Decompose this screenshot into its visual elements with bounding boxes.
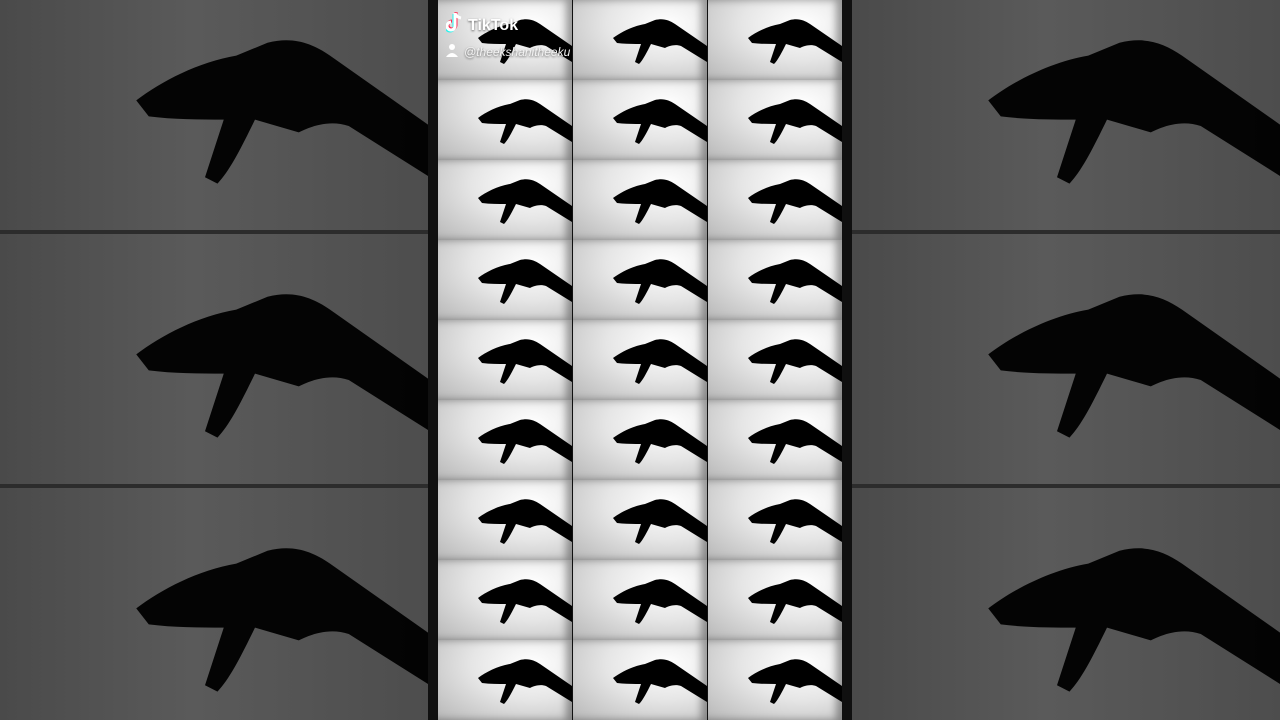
hand-silhouette xyxy=(478,499,572,544)
hand-tile xyxy=(573,560,707,640)
hand-tile xyxy=(438,160,572,240)
hand-silhouette xyxy=(478,259,572,304)
hand-silhouette xyxy=(748,99,842,144)
creator-handle: @theekshanitheeku xyxy=(446,43,570,60)
hand-tile xyxy=(573,240,707,320)
hand-silhouette xyxy=(748,419,842,464)
hand-silhouette xyxy=(478,579,572,624)
hand-tile xyxy=(708,640,842,720)
hand-silhouette xyxy=(613,339,707,384)
hand-silhouette xyxy=(988,40,1280,184)
hand-tile xyxy=(708,320,842,400)
blurred-hand-cell xyxy=(852,0,1280,234)
hand-silhouette xyxy=(613,419,707,464)
hand-silhouette xyxy=(748,579,842,624)
hand-tile xyxy=(573,80,707,160)
hand-tile xyxy=(573,640,707,720)
hand-tile xyxy=(438,640,572,720)
hand-silhouette-grid xyxy=(438,0,842,720)
hand-tile xyxy=(573,160,707,240)
hand-silhouette xyxy=(478,659,572,704)
hand-tile xyxy=(708,400,842,480)
hand-silhouette xyxy=(613,99,707,144)
hand-tile xyxy=(573,0,707,80)
hand-tile xyxy=(708,480,842,560)
hand-silhouette xyxy=(613,499,707,544)
blurred-hand-cell xyxy=(0,488,428,720)
hand-silhouette xyxy=(988,548,1280,692)
hand-silhouette xyxy=(136,294,428,438)
hand-tile xyxy=(708,0,842,80)
user-icon xyxy=(446,43,458,60)
hand-tile xyxy=(573,400,707,480)
hand-silhouette xyxy=(613,579,707,624)
hand-silhouette xyxy=(478,179,572,224)
hand-silhouette xyxy=(136,548,428,692)
hand-tile xyxy=(708,80,842,160)
video-frame: TikTok @theekshanitheeku xyxy=(0,0,1280,720)
tiktok-brand: TikTok xyxy=(444,12,570,39)
hand-silhouette xyxy=(748,339,842,384)
blurred-hand-cell xyxy=(0,234,428,488)
hand-tile xyxy=(438,240,572,320)
hand-silhouette xyxy=(136,40,428,184)
hand-silhouette xyxy=(613,659,707,704)
hand-tile xyxy=(708,160,842,240)
hand-tile xyxy=(708,240,842,320)
hand-tile xyxy=(438,80,572,160)
hand-tile xyxy=(573,480,707,560)
left-blurred-panel xyxy=(0,0,428,720)
hand-tile xyxy=(438,560,572,640)
brand-label: TikTok xyxy=(468,16,519,34)
blurred-hand-cell xyxy=(0,0,428,234)
hand-silhouette xyxy=(748,659,842,704)
handle-text: @theekshanitheeku xyxy=(464,44,571,59)
hand-silhouette xyxy=(748,259,842,304)
hand-tile xyxy=(438,480,572,560)
hand-silhouette xyxy=(748,179,842,224)
hand-silhouette xyxy=(613,179,707,224)
hand-tile xyxy=(573,320,707,400)
tiktok-watermark: TikTok @theekshanitheeku xyxy=(444,12,570,60)
blurred-hand-cell xyxy=(852,488,1280,720)
hand-silhouette xyxy=(748,19,842,64)
blurred-hand-cell xyxy=(852,234,1280,488)
hand-tile xyxy=(438,320,572,400)
hand-tile xyxy=(438,400,572,480)
hand-silhouette xyxy=(613,259,707,304)
hand-tile xyxy=(708,560,842,640)
hand-silhouette xyxy=(478,339,572,384)
hand-silhouette xyxy=(478,419,572,464)
hand-silhouette xyxy=(988,294,1280,438)
center-video xyxy=(428,0,852,720)
hand-silhouette xyxy=(613,19,707,64)
right-blurred-panel xyxy=(852,0,1280,720)
tiktok-note-icon xyxy=(444,12,464,39)
hand-silhouette xyxy=(748,499,842,544)
hand-silhouette xyxy=(478,99,572,144)
